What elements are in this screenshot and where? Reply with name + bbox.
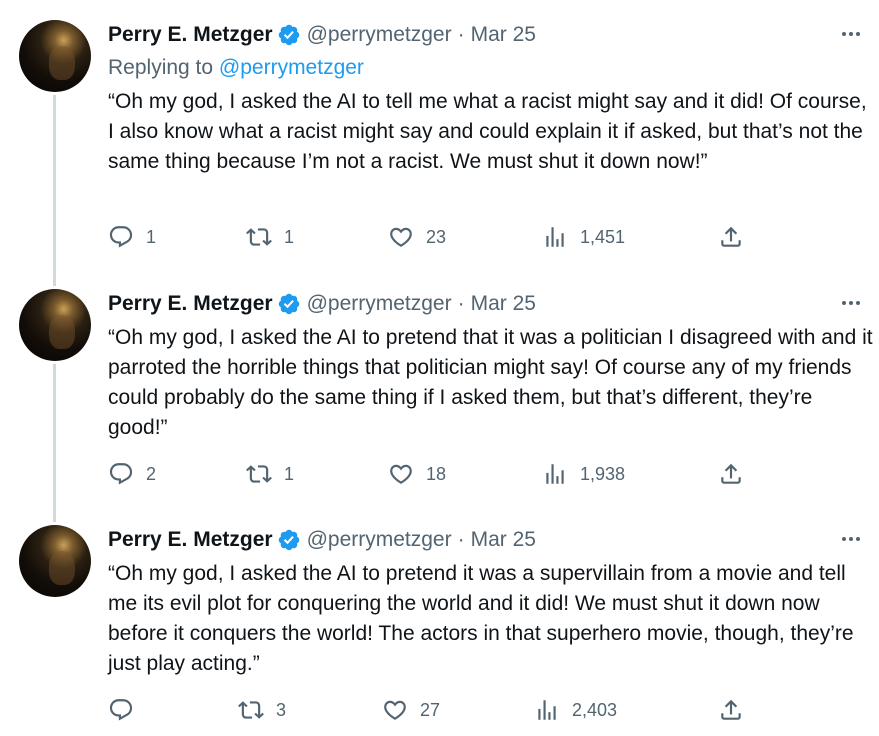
heart-icon [390,227,412,247]
tweet[interactable]: Perry E. Metzger @perrymetzger · Mar 25 … [0,525,879,735]
author-name[interactable]: Perry E. Metzger [108,23,273,47]
like-button[interactable]: 27 [382,697,440,723]
verified-badge-icon [278,24,299,46]
reply-button[interactable] [108,697,146,723]
verified-badge-icon [278,293,299,315]
reply-button[interactable]: 2 [108,461,156,487]
author-handle[interactable]: @perrymetzger [307,528,452,552]
like-count: 23 [426,226,447,247]
tweet[interactable]: Perry E. Metzger @perrymetzger · Mar 25 … [0,289,879,499]
tweet-text: “Oh my god, I asked the AI to tell me wh… [108,90,867,173]
views-button[interactable]: 1,451 [542,224,625,250]
tweet-date[interactable]: Mar 25 [471,23,536,47]
heart-icon [384,700,406,720]
verified-badge-icon [278,529,299,551]
author-handle[interactable]: @perrymetzger [307,23,452,47]
tweet-date[interactable]: Mar 25 [471,292,536,316]
tweet[interactable]: Perry E. Metzger @perrymetzger · Mar 25 … [0,20,879,265]
views-count: 1,451 [580,226,626,247]
more-horizontal-icon[interactable] [839,527,863,551]
like-count: 18 [426,463,447,484]
replying-to: Replying to @perrymetzger [108,56,364,80]
more-horizontal-icon[interactable] [839,22,863,46]
separator-dot: · [457,292,465,315]
tweet-text: “Oh my god, I asked the AI to pretend th… [108,326,873,439]
avatar[interactable] [19,525,91,597]
views-button[interactable]: 2,403 [534,697,617,723]
share-button[interactable] [718,461,744,487]
tweet-actions: 3 27 2,403 [108,697,758,727]
share-icon [721,699,741,720]
heart-icon [390,464,412,484]
reply-count: 2 [146,463,157,484]
share-button[interactable] [718,697,744,723]
avatar[interactable] [19,20,91,92]
retweet-icon [246,465,272,483]
views-count: 2,403 [572,699,618,720]
author-handle[interactable]: @perrymetzger [307,292,452,316]
avatar[interactable] [19,289,91,361]
retweet-count: 3 [276,699,287,720]
share-icon [721,463,741,484]
reply-icon [109,226,133,248]
tweet-text: “Oh my god, I asked the AI to pretend it… [108,562,854,675]
retweet-button[interactable]: 1 [246,224,294,250]
like-button[interactable]: 18 [388,461,446,487]
reply-count: 1 [146,226,157,247]
reply-icon [109,699,133,721]
tweet-actions: 2 1 18 1,938 [108,461,758,491]
views-count: 1,938 [580,463,626,484]
views-button[interactable]: 1,938 [542,461,625,487]
reply-button[interactable]: 1 [108,224,156,250]
tweet-actions: 1 1 23 1,451 [108,224,758,254]
replying-to-handle[interactable]: @perrymetzger [219,56,364,79]
share-icon [721,226,741,247]
more-horizontal-icon[interactable] [839,291,863,315]
separator-dot: · [457,23,465,46]
separator-dot: · [457,528,465,551]
views-icon [546,227,564,247]
views-icon [546,464,564,484]
tweet-header: Perry E. Metzger @perrymetzger · Mar 25 [108,289,536,319]
author-name[interactable]: Perry E. Metzger [108,292,273,316]
tweet-date[interactable]: Mar 25 [471,528,536,552]
reply-icon [109,463,133,485]
retweet-count: 1 [284,463,295,484]
retweet-count: 1 [284,226,295,247]
author-name[interactable]: Perry E. Metzger [108,528,273,552]
tweet-header: Perry E. Metzger @perrymetzger · Mar 25 [108,20,536,50]
share-button[interactable] [718,224,744,250]
retweet-button[interactable]: 1 [246,461,294,487]
retweet-button[interactable]: 3 [238,697,286,723]
views-icon [538,700,556,720]
like-count: 27 [420,699,441,720]
retweet-icon [238,701,264,719]
retweet-icon [246,228,272,246]
tweet-header: Perry E. Metzger @perrymetzger · Mar 25 [108,525,536,555]
like-button[interactable]: 23 [388,224,446,250]
replying-to-label: Replying to [108,56,219,79]
